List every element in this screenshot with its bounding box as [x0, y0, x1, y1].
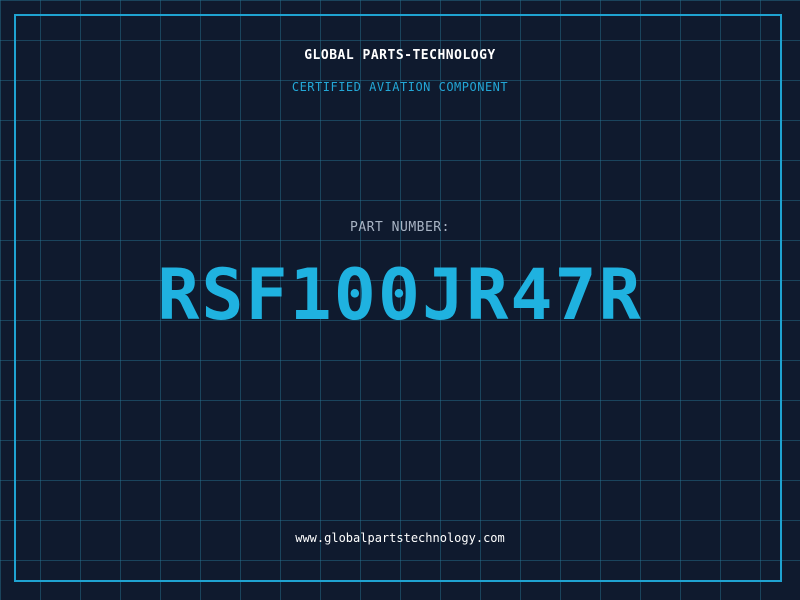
part-number-value: RSF100JR47R — [157, 254, 643, 336]
website-url: www.globalpartstechnology.com — [295, 531, 505, 545]
certification-subtitle: CERTIFIED AVIATION COMPONENT — [291, 80, 509, 94]
part-number-label: PART NUMBER: — [350, 220, 450, 235]
company-name: GLOBAL PARTS-TECHNOLOGY — [304, 48, 496, 63]
